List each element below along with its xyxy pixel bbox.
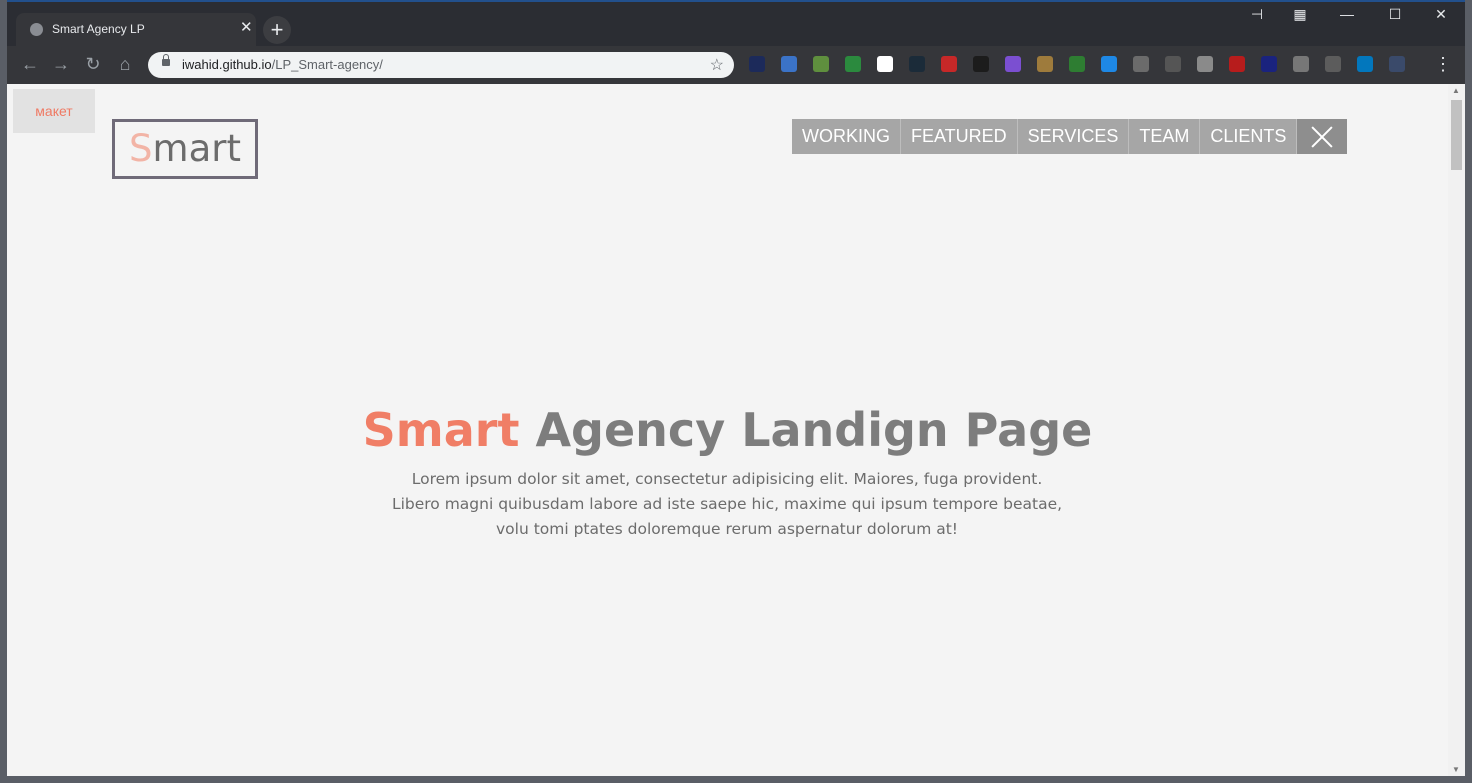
reload-icon[interactable]: ↻ (81, 54, 105, 74)
address-bar[interactable]: iwahid.github.io/LP_Smart-agency/ ☆ (148, 52, 734, 78)
logo-first-letter: S (129, 127, 153, 170)
extension-icon[interactable] (909, 56, 925, 72)
close-window-button[interactable]: ✕ (1426, 6, 1456, 23)
url-host: iwahid.github.io (182, 57, 272, 72)
browser-toolbar: ← → ↻ ⌂ iwahid.github.io/LP_Smart-agency… (7, 46, 1465, 84)
extension-icon[interactable] (781, 56, 797, 72)
extension-icon[interactable] (1069, 56, 1085, 72)
scroll-up-icon[interactable]: ▲ (1452, 86, 1460, 95)
extension-icon[interactable] (941, 56, 957, 72)
web-page: макет Smart WORKING FEATURED SERVICES TE… (7, 84, 1448, 776)
site-logo[interactable]: Smart (112, 119, 258, 179)
extension-icon[interactable] (749, 56, 765, 72)
extension-icon[interactable] (1389, 56, 1405, 72)
url-text[interactable]: iwahid.github.io/LP_Smart-agency/ (182, 57, 383, 72)
extension-icon[interactable] (1325, 56, 1341, 72)
extension-icon[interactable] (973, 56, 989, 72)
pin-icon[interactable]: ⊣ (1242, 6, 1272, 23)
nav-team[interactable]: TEAM (1129, 119, 1201, 154)
extension-icon[interactable] (1133, 56, 1149, 72)
hero-title-accent: Smart (362, 402, 520, 457)
active-tab[interactable]: Smart Agency LP ✕ (16, 13, 256, 46)
hero-description: Lorem ipsum dolor sit amet, consectetur … (391, 469, 1063, 538)
back-arrow-icon[interactable]: ← (18, 54, 42, 74)
logo-rest: mart (152, 127, 241, 170)
url-path: /LP_Smart-agency/ (271, 57, 383, 72)
extension-icon[interactable] (877, 56, 893, 72)
extension-icon[interactable] (1037, 56, 1053, 72)
extension-icon[interactable] (845, 56, 861, 72)
page-scrollbar[interactable]: ▲ ▼ (1448, 84, 1465, 776)
tab-bar: Smart Agency LP ✕ + ⊣ ▦ — ☐ ✕ (7, 0, 1465, 46)
nav-featured[interactable]: FEATURED (901, 119, 1018, 154)
nav-working[interactable]: WORKING (792, 119, 901, 154)
main-nav: WORKING FEATURED SERVICES TEAM CLIENTS (792, 119, 1348, 154)
maximize-button[interactable]: ☐ (1380, 6, 1410, 23)
scrollbar-thumb[interactable] (1451, 100, 1462, 170)
browser-menu-icon[interactable]: ⋮ (1431, 54, 1455, 74)
scroll-down-icon[interactable]: ▼ (1452, 765, 1460, 774)
browser-window: Smart Agency LP ✕ + ⊣ ▦ — ☐ ✕ ← → ↻ ⌂ iw… (7, 0, 1465, 776)
window-accent-line (7, 0, 1465, 2)
tab-title: Smart Agency LP (52, 22, 145, 36)
extension-icon[interactable] (1197, 56, 1213, 72)
nav-services[interactable]: SERVICES (1018, 119, 1130, 154)
hero-title-rest: Agency Landign Page (519, 402, 1093, 457)
nav-clients[interactable]: CLIENTS (1200, 119, 1298, 154)
extension-icon[interactable] (1165, 56, 1181, 72)
extension-icon[interactable] (1101, 56, 1117, 72)
menu-close-icon[interactable] (1297, 119, 1348, 154)
hero-title: Smart Agency Landign Page (7, 403, 1448, 457)
extension-icon[interactable] (1293, 56, 1309, 72)
lock-icon (162, 54, 170, 66)
extension-icon[interactable] (1261, 56, 1277, 72)
globe-icon (30, 23, 43, 36)
home-icon[interactable]: ⌂ (113, 54, 137, 74)
bookmark-star-icon[interactable]: ☆ (710, 55, 724, 75)
extension-icon[interactable] (1005, 56, 1021, 72)
tab-close-icon[interactable]: ✕ (240, 20, 253, 35)
new-tab-button[interactable]: + (263, 16, 291, 44)
extension-puzzle-icon[interactable]: ▦ (1285, 6, 1315, 23)
minimize-button[interactable]: — (1332, 6, 1362, 22)
extension-icon[interactable] (1229, 56, 1245, 72)
extension-icon[interactable] (1357, 56, 1373, 72)
maket-button[interactable]: макет (13, 89, 95, 133)
forward-arrow-icon[interactable]: → (49, 54, 73, 74)
extension-icon[interactable] (813, 56, 829, 72)
